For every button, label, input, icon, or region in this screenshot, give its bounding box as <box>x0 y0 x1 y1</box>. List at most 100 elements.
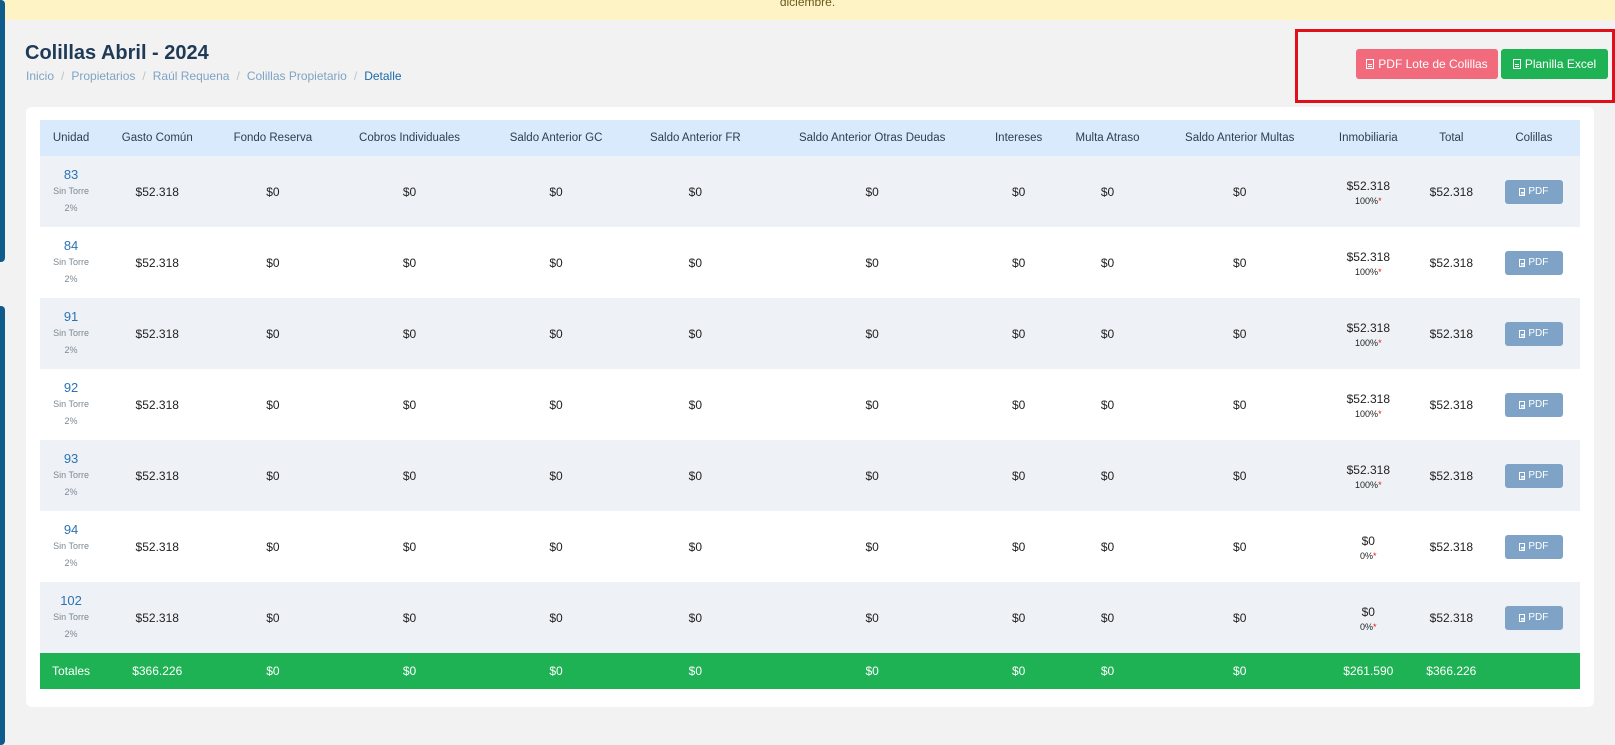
row-pdf-label: PDF <box>1528 541 1549 552</box>
total-cell: $52.318 <box>1414 582 1488 653</box>
row-pdf-button[interactable]: PDF <box>1504 321 1563 346</box>
pdf-lote-button[interactable]: PDF Lote de Colillas <box>1356 49 1498 79</box>
table-row: 84 Sin Torre 2% $52.318 $0 $0 $0 $0 $0 $0 $0 $0 $52.… <box>40 227 1580 298</box>
colillas-cell: PDF <box>1487 298 1580 369</box>
breadcrumb: Inicio / Propietarios / Raúl Requena / Colilla… <box>26 69 402 83</box>
row-pdf-button[interactable]: PDF <box>1504 250 1563 275</box>
amount-cell: $0 <box>626 298 765 369</box>
breadcrumb-separator: / <box>61 69 65 83</box>
column-header: Saldo Anterior GC <box>485 120 627 156</box>
unit-percentage: 2% <box>64 629 78 639</box>
column-header: Cobros Individuales <box>333 120 486 156</box>
unit-link[interactable]: 94 <box>44 521 98 538</box>
inmobiliaria-percentage-value: 100% <box>1355 195 1379 206</box>
amount-cell: $0 <box>980 440 1058 511</box>
inmobiliaria-amount: $52.318 <box>1346 249 1390 264</box>
amount-cell: $52.318 <box>102 440 213 511</box>
amount-cell: $0 <box>980 227 1058 298</box>
colillas-cell: PDF <box>1487 369 1580 440</box>
inmobiliaria-cell: $0 0%* <box>1321 511 1415 582</box>
breadcrumb-separator: / <box>353 69 358 83</box>
amount-cell: $0 <box>980 511 1058 582</box>
row-pdf-button[interactable]: PDF <box>1504 605 1563 630</box>
amount-cell: $0 <box>1057 156 1158 227</box>
table-row: 91 Sin Torre 2% $52.318 $0 $0 $0 $0 $0 $0 $0 $0 $52.… <box>40 298 1580 369</box>
breadcrumb-separator: / <box>142 69 146 83</box>
breadcrumb-detalle: Detalle <box>364 69 402 83</box>
total-cell: $52.318 <box>1414 156 1488 227</box>
column-header: Gasto Común <box>102 120 213 156</box>
column-header: Unidad <box>40 120 103 156</box>
table-row: 94 Sin Torre 2% $52.318 $0 $0 $0 $0 $0 $0 $0 $0 $0 0%… <box>40 511 1580 582</box>
unit-link[interactable]: 93 <box>44 450 98 467</box>
amount-cell: $52.318 <box>102 227 213 298</box>
column-header: Saldo Anterior FR <box>626 120 765 156</box>
excel-label: Planilla Excel <box>1524 57 1597 71</box>
amount-cell: $0 <box>626 227 765 298</box>
column-header: Fondo Reserva <box>212 120 334 156</box>
amount-cell: $0 <box>212 511 334 582</box>
amount-cell: $0 <box>626 511 765 582</box>
totals-cell: $0 <box>485 653 627 689</box>
breadcrumb-colillas-propietario[interactable]: Colillas Propietario <box>247 69 347 83</box>
inmobiliaria-percentage-value: 100% <box>1355 266 1379 277</box>
unit-tower: Sin Torre <box>53 470 89 480</box>
unit-cell: 92 Sin Torre 2% <box>40 369 103 440</box>
required-marker: * <box>1378 266 1382 277</box>
unit-link[interactable]: 91 <box>44 308 98 325</box>
row-pdf-label: PDF <box>1528 399 1549 410</box>
totals-cell: $0 <box>764 653 981 689</box>
totals-cell <box>1487 653 1580 689</box>
pdf-lote-label: PDF Lote de Colillas <box>1378 57 1488 71</box>
column-header: Multa Atraso <box>1057 120 1158 156</box>
inmobiliaria-percentage: 100%* <box>1326 408 1411 420</box>
amount-cell: $0 <box>333 582 486 653</box>
file-pdf-icon <box>1519 613 1526 622</box>
amount-cell: $0 <box>212 369 334 440</box>
unit-tower: Sin Torre <box>53 541 89 551</box>
column-header: Inmobiliaria <box>1321 120 1415 156</box>
breadcrumb-inicio[interactable]: Inicio <box>26 69 54 83</box>
unit-cell: 91 Sin Torre 2% <box>40 298 103 369</box>
unit-link[interactable]: 92 <box>44 379 98 396</box>
amount-cell: $0 <box>1057 298 1158 369</box>
inmobiliaria-cell: $52.318 100%* <box>1321 440 1415 511</box>
amount-cell: $52.318 <box>102 156 213 227</box>
row-pdf-button[interactable]: PDF <box>1504 179 1563 204</box>
row-pdf-button[interactable]: PDF <box>1504 534 1563 559</box>
amount-cell: $0 <box>333 156 486 227</box>
totals-cell: $0 <box>1057 653 1158 689</box>
unit-link[interactable]: 84 <box>44 237 98 254</box>
amount-cell: $0 <box>1157 511 1322 582</box>
inmobiliaria-amount: $0 <box>1361 604 1375 619</box>
totals-cell: $0 <box>333 653 486 689</box>
amount-cell: $0 <box>764 156 981 227</box>
amount-cell: $0 <box>212 156 334 227</box>
amount-cell: $0 <box>980 582 1058 653</box>
amount-cell: $0 <box>1157 298 1322 369</box>
excel-button[interactable]: Planilla Excel <box>1501 49 1608 79</box>
inmobiliaria-percentage-value: 100% <box>1355 337 1379 348</box>
inmobiliaria-percentage-value: 0% <box>1360 550 1374 561</box>
column-header: Saldo Anterior Otras Deudas <box>764 120 981 156</box>
file-excel-icon <box>1512 59 1521 69</box>
unit-percentage: 2% <box>64 416 78 426</box>
amount-cell: $0 <box>333 227 486 298</box>
row-pdf-label: PDF <box>1528 470 1549 481</box>
totals-cell: $0 <box>626 653 765 689</box>
row-pdf-button[interactable]: PDF <box>1504 463 1563 488</box>
amount-cell: $0 <box>485 298 627 369</box>
breadcrumb-owner[interactable]: Raúl Requena <box>153 69 230 83</box>
unit-cell: 93 Sin Torre 2% <box>40 440 103 511</box>
unit-link[interactable]: 83 <box>44 166 98 183</box>
column-header: Total <box>1414 120 1488 156</box>
amount-cell: $0 <box>1057 369 1158 440</box>
totals-row: Totales $366.226 $0 $0 $0 $0 $0 $0 $0 $0 $261.590 $… <box>40 653 1580 689</box>
breadcrumb-propietarios[interactable]: Propietarios <box>71 69 135 83</box>
row-pdf-button[interactable]: PDF <box>1504 392 1563 417</box>
amount-cell: $52.318 <box>102 582 213 653</box>
unit-link[interactable]: 102 <box>44 592 98 609</box>
amount-cell: $0 <box>1157 582 1322 653</box>
amount-cell: $0 <box>764 369 981 440</box>
sidebar-edge <box>0 0 5 262</box>
